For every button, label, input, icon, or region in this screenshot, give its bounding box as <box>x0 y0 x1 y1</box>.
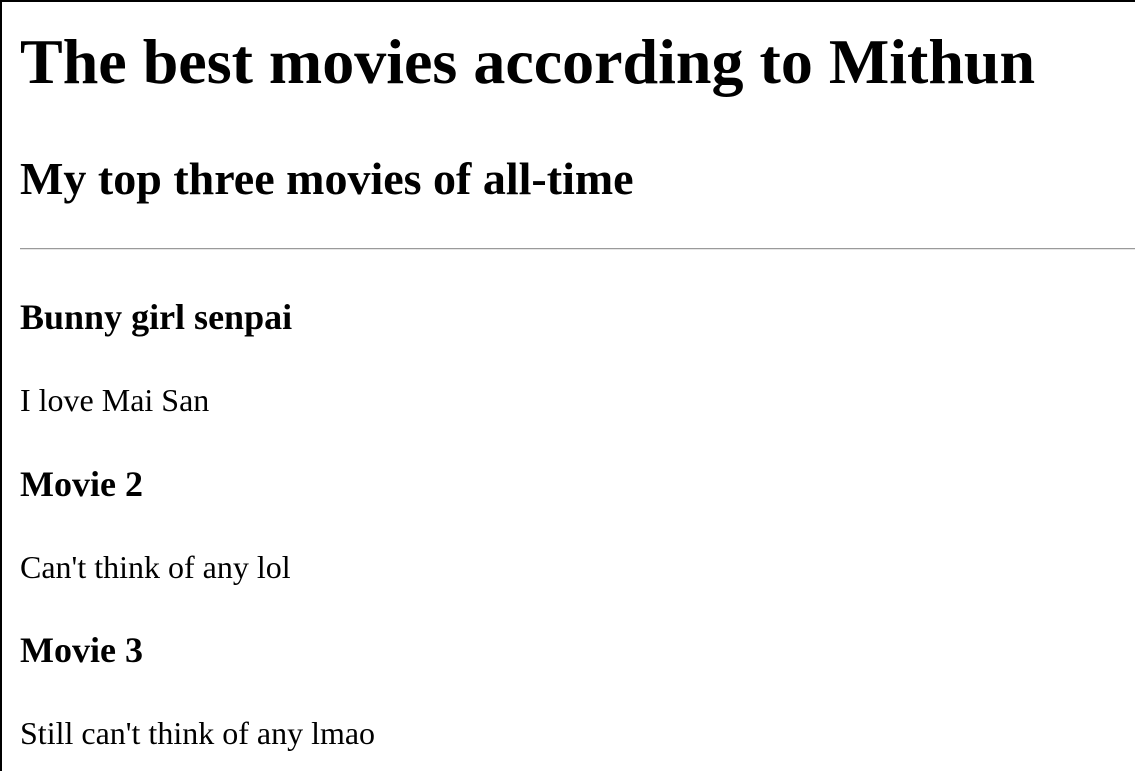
movie-title-2: Movie 2 <box>20 464 143 504</box>
page-title: The best movies according to Mithun <box>20 26 1036 97</box>
page-container: The best movies according to Mithun My t… <box>0 0 1135 771</box>
horizontal-rule <box>20 248 1135 250</box>
page-subtitle: My top three movies of all-time <box>20 153 634 204</box>
movie-description-1: I love Mai San <box>20 382 210 418</box>
movie-title-3: Movie 3 <box>20 630 143 670</box>
movie-title-1: Bunny girl senpai <box>20 297 293 337</box>
movie-description-3: Still can't think of any lmao <box>20 715 376 751</box>
movie-description-2: Can't think of any lol <box>20 549 291 585</box>
